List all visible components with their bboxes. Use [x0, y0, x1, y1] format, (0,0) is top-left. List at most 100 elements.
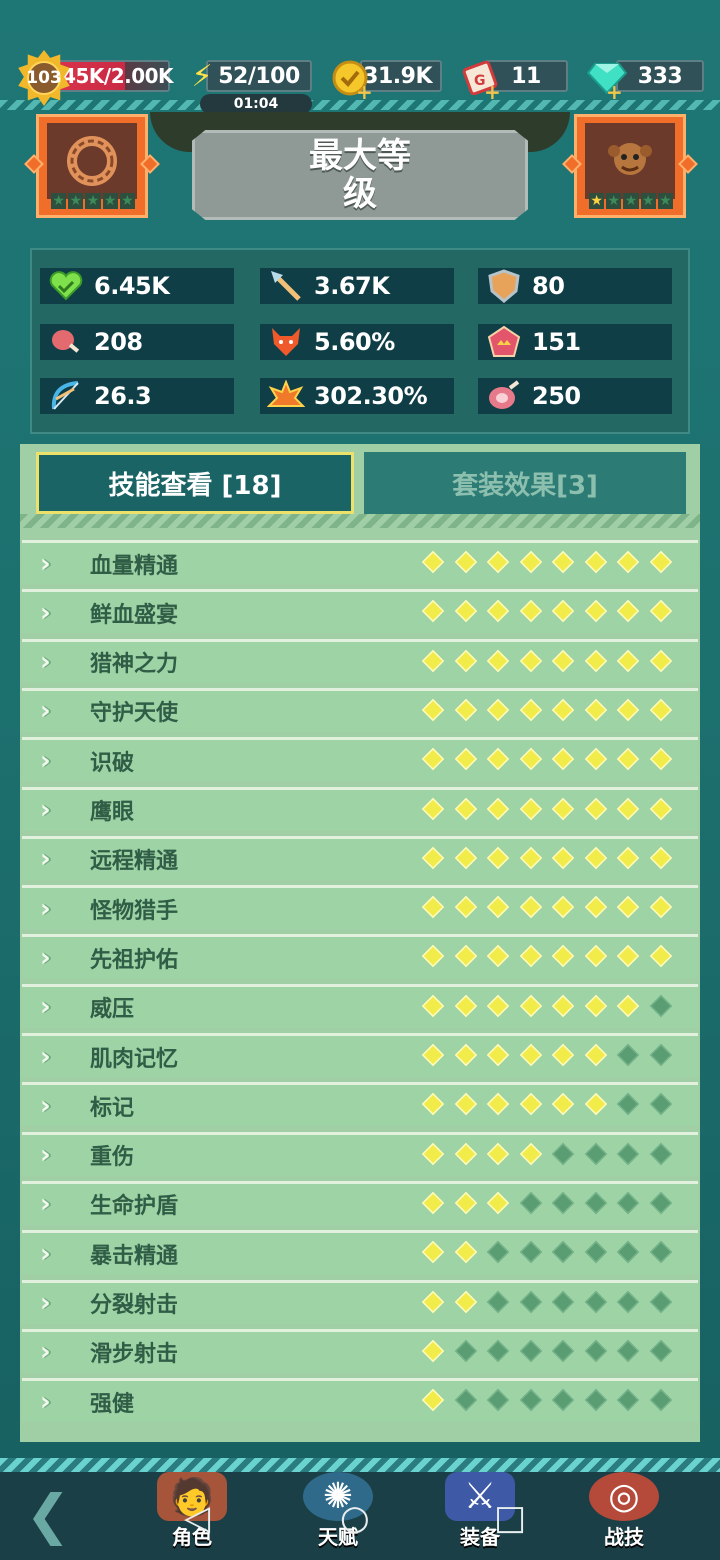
add-ticket-icon[interactable]: + — [484, 80, 501, 104]
stat-crit-rate: 5.60% — [260, 324, 454, 360]
level-pip-filled — [454, 945, 477, 968]
gem-counter[interactable]: 333 — [616, 60, 704, 92]
skill-row[interactable]: › 血量精通 — [22, 540, 698, 584]
level-pip-empty — [519, 1388, 542, 1412]
level-pip-filled — [584, 600, 607, 623]
explosion-icon — [260, 378, 312, 414]
energy-counter[interactable]: 52/100 — [206, 60, 312, 92]
level-pip-filled — [649, 698, 672, 722]
wolf-icon — [260, 324, 312, 360]
star-icon: ★ — [606, 193, 622, 209]
skill-row[interactable]: › 先祖护佑 — [22, 934, 698, 979]
skill-row[interactable]: › 分裂射击 — [22, 1279, 698, 1324]
level-pip-filled — [454, 797, 477, 820]
chevron-right-icon: › — [40, 942, 51, 973]
level-pip-filled — [421, 797, 445, 820]
level-pip-empty — [616, 1142, 640, 1165]
max-level-plate: 最大等级 — [192, 130, 528, 220]
skill-row[interactable]: › 标记 — [22, 1082, 698, 1127]
skill-row[interactable]: › 生命护盾 — [22, 1180, 698, 1225]
skill-name: 怪物猎手 — [90, 898, 179, 924]
level-pip-filled — [454, 895, 477, 919]
level-pip-filled — [584, 1093, 607, 1116]
level-pip-empty — [519, 1240, 542, 1264]
level-pip-filled — [519, 550, 542, 574]
level-pip-empty — [649, 1388, 672, 1412]
level-pip-empty — [616, 1339, 640, 1362]
skill-row[interactable]: › 强健 — [22, 1378, 698, 1423]
ham-icon — [478, 378, 530, 414]
level-pip-filled — [616, 797, 640, 820]
skill-row[interactable]: › 滑步射击 — [22, 1328, 698, 1373]
system-back-icon[interactable]: ◁ — [184, 1498, 210, 1538]
level-pip-filled — [486, 649, 510, 672]
back-arrow-icon[interactable]: ❮ — [8, 1483, 88, 1546]
level-pip-filled — [454, 1240, 477, 1264]
level-pip-filled — [584, 1043, 607, 1067]
add-gold-icon[interactable]: + — [356, 80, 373, 104]
stat-value: 80 — [532, 272, 565, 300]
level-pip-filled — [519, 1142, 542, 1165]
chevron-right-icon: › — [40, 1386, 51, 1417]
level-pip-filled — [551, 600, 575, 623]
level-pip-filled — [616, 550, 640, 574]
level-pip-empty — [584, 1388, 607, 1412]
level-pip-filled — [421, 550, 445, 574]
add-gem-icon[interactable]: + — [606, 80, 623, 104]
skill-row[interactable]: › 鹰眼 — [22, 786, 698, 831]
level-pip-filled — [649, 895, 672, 919]
left-equipment-portrait[interactable]: ★ ★ ★ ★ ★ — [24, 114, 160, 218]
level-pip-empty — [584, 1290, 607, 1313]
system-home-icon[interactable]: ○ — [340, 1498, 370, 1538]
stat-value: 250 — [532, 382, 581, 410]
level-pip-filled — [551, 698, 575, 722]
level-pip-filled — [486, 1043, 510, 1067]
level-pip-filled — [486, 600, 510, 623]
level-pip-filled — [486, 1191, 510, 1215]
page-title: 最大等级 — [309, 136, 411, 214]
skill-row[interactable]: › 怪物猎手 — [22, 885, 698, 930]
level-pip-empty — [519, 1339, 542, 1362]
tab-divider — [20, 514, 700, 528]
level-pip-filled — [421, 1142, 445, 1165]
star-icon: ★ — [51, 193, 67, 209]
right-pet-portrait[interactable]: ★ ★ ★ ★ ★ — [562, 114, 698, 218]
level-pip-filled — [551, 649, 575, 672]
level-pip-empty — [616, 1043, 640, 1067]
nav-skill[interactable]: ◎ 战技 — [574, 1472, 674, 1560]
skill-row[interactable]: › 重伤 — [22, 1131, 698, 1176]
skill-name: 分裂射击 — [90, 1293, 179, 1318]
skill-row[interactable]: › 鲜血盛宴 — [22, 589, 698, 634]
level-pip-filled — [519, 895, 542, 919]
level-pip-empty — [584, 1142, 607, 1165]
stat-value: 5.60% — [314, 328, 395, 356]
nav-talent[interactable]: ✺ 天赋 — [288, 1472, 388, 1560]
level-pip-filled — [584, 698, 607, 722]
level-pip-filled — [519, 600, 542, 623]
skill-row[interactable]: › 识破 — [22, 737, 698, 782]
level-pip-filled — [421, 994, 445, 1017]
level-pip-filled — [584, 797, 607, 820]
level-pip-empty — [486, 1339, 510, 1362]
skill-row[interactable]: › 远程精通 — [22, 835, 698, 880]
level-pip-empty — [616, 1388, 640, 1412]
skill-level-pips — [421, 846, 682, 869]
skill-row[interactable]: › 猎神之力 — [22, 638, 698, 683]
skill-name: 鹰眼 — [90, 800, 135, 825]
level-pip-filled — [551, 895, 575, 919]
skill-level-pips — [421, 1043, 682, 1067]
level-pip-empty — [486, 1240, 510, 1264]
skill-level-pips — [421, 550, 682, 574]
stat-value: 26.3 — [94, 382, 152, 410]
skill-name: 强健 — [90, 1391, 135, 1417]
level-pip-filled — [454, 550, 477, 574]
tab-set-effects[interactable]: 套装效果[3] — [364, 452, 686, 514]
tab-skills[interactable]: 技能查看 [18] — [36, 452, 354, 514]
skill-row[interactable]: › 暴击精通 — [22, 1230, 698, 1275]
skill-row[interactable]: › 威压 — [22, 983, 698, 1028]
skill-row[interactable]: › 肌肉记忆 — [22, 1033, 698, 1077]
skill-row[interactable]: › 守护天使 — [22, 687, 698, 732]
stat-range: 26.3 — [40, 378, 234, 414]
portrait-ornament — [24, 154, 44, 174]
system-recents-icon[interactable]: □ — [494, 1498, 526, 1538]
